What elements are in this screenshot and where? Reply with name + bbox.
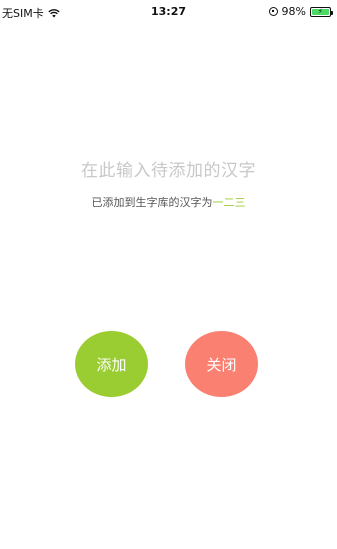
rotation-lock-icon (268, 7, 278, 16)
added-chars-line: 已添加到生字库的汉字为一二三 (0, 194, 337, 210)
status-bar: 无SIM卡 13:27 98% ⚡ (0, 0, 337, 24)
charging-bolt-icon: ⚡ (317, 7, 323, 15)
close-button-label: 关闭 (206, 355, 237, 374)
hanzi-input[interactable]: 在此输入待添加的汉字 (0, 156, 337, 181)
add-button[interactable]: 添加 (75, 331, 148, 397)
add-button-label: 添加 (96, 355, 127, 374)
added-chars-prefix: 已添加到生字库的汉字为 (91, 196, 213, 209)
added-chars-value: 一二三 (212, 196, 246, 209)
battery-fill: ⚡ (312, 7, 329, 15)
close-button[interactable]: 关闭 (185, 331, 258, 397)
status-right: 98% ⚡ (268, 5, 333, 18)
battery-icon: ⚡ (310, 6, 333, 17)
battery-percent: 98% (281, 5, 306, 18)
app-screen: 无SIM卡 13:27 98% ⚡ 在此输入待添加的汉字 已添加到生字库的汉字为… (0, 0, 337, 549)
